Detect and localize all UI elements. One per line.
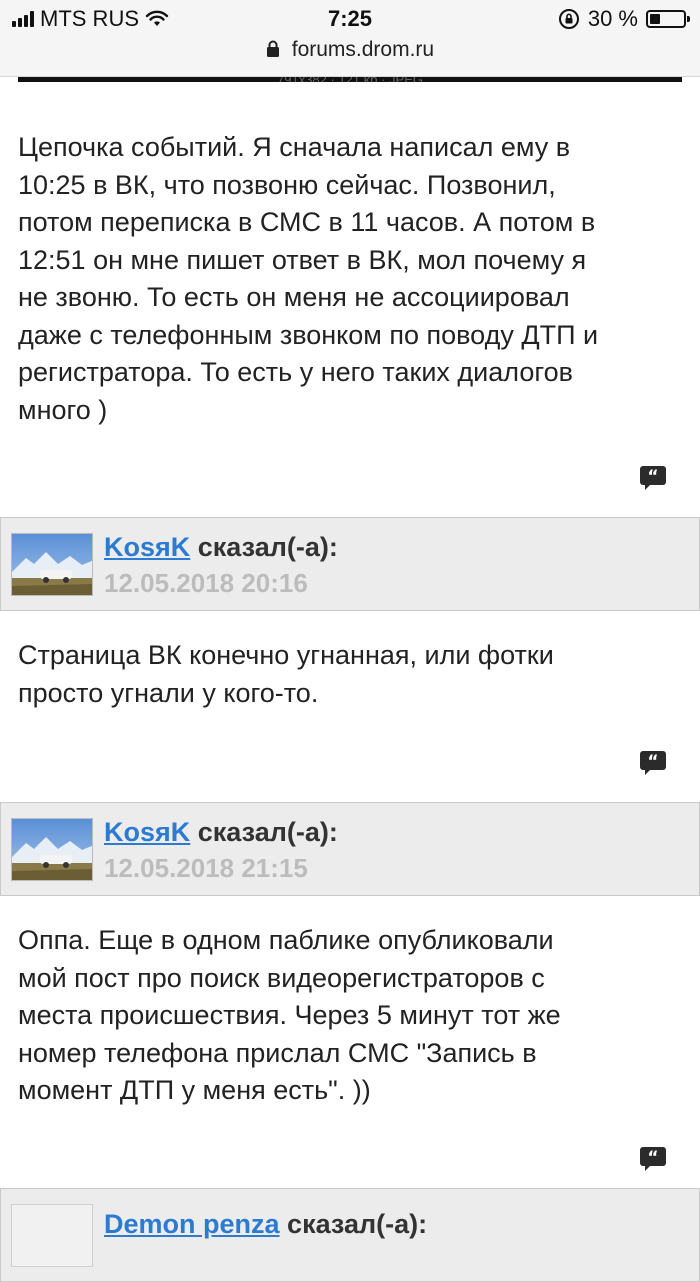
- orientation-lock-icon: [558, 9, 579, 29]
- post-date: 12.05.2018 21:15: [104, 853, 308, 883]
- post-header: KosяK сказал(-а): 12.05.2018 21:15: [0, 802, 700, 896]
- svg-text:“: “: [647, 752, 658, 772]
- quote-reply-icon[interactable]: “: [640, 1147, 666, 1171]
- post-header: KosяK сказал(-а): 12.05.2018 20:16: [0, 517, 700, 611]
- post-body: Цепочка событий. Я сначала написал ему в…: [18, 132, 599, 425]
- address-bar[interactable]: forums.drom.ru: [0, 38, 700, 62]
- said-label: сказал(-а):: [197, 532, 338, 562]
- post-body: Оппа. Еще в одном паблике опубликовали м…: [18, 925, 561, 1105]
- author-link[interactable]: KosяK: [104, 817, 190, 847]
- status-right: 30 %: [558, 6, 690, 32]
- avatar[interactable]: [11, 533, 93, 596]
- post-body: Страница ВК конечно угнанная, или фотки …: [18, 640, 554, 708]
- url-text: forums.drom.ru: [291, 38, 435, 61]
- author-link[interactable]: Demon penza: [104, 1209, 280, 1239]
- said-label: сказал(-а):: [287, 1209, 428, 1239]
- avatar[interactable]: [11, 818, 93, 881]
- post-header: Demon penza сказал(-а):: [0, 1188, 700, 1282]
- author-line: KosяK сказал(-а):: [104, 532, 338, 563]
- quote-reply-icon[interactable]: “: [640, 751, 666, 775]
- status-bar: MTS RUS 7:25 30 % forums.drom.ru: [0, 0, 700, 77]
- svg-text:“: “: [647, 1148, 658, 1168]
- author-line: Demon penza сказал(-а):: [104, 1209, 427, 1240]
- lock-icon: [266, 40, 279, 57]
- quote-reply-icon[interactable]: “: [640, 466, 666, 490]
- battery-icon: [646, 10, 690, 28]
- author-line: KosяK сказал(-а):: [104, 817, 338, 848]
- author-link[interactable]: KosяK: [104, 532, 190, 562]
- said-label: сказал(-а):: [197, 817, 338, 847]
- svg-text:“: “: [647, 467, 658, 487]
- avatar[interactable]: [11, 1204, 93, 1267]
- post-date: 12.05.2018 20:16: [104, 568, 308, 598]
- battery-percent: 30 %: [587, 6, 638, 31]
